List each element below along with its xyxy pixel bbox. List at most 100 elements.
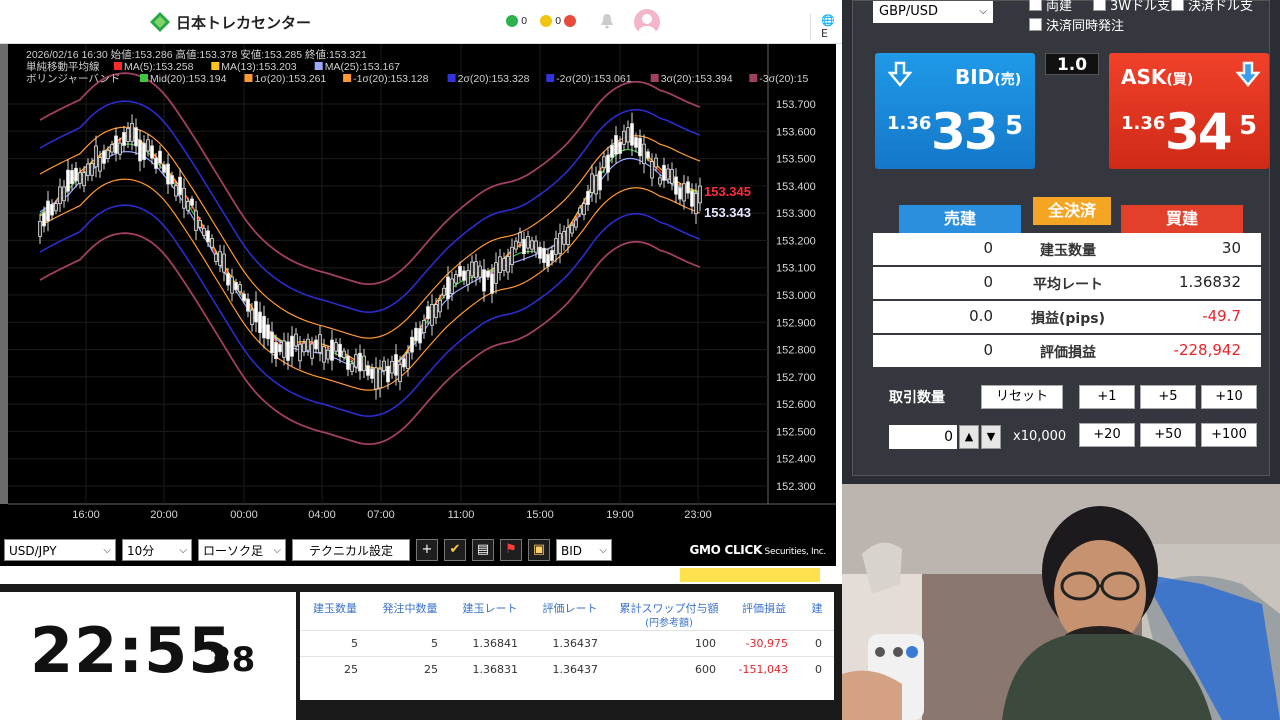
bid-sell-button[interactable]: BID(売) 1.36 33 5 <box>875 53 1035 169</box>
table-row[interactable]: 5 5 1.36841 1.36437 100 -30,975 0 <box>300 630 834 656</box>
candle-body <box>470 261 474 277</box>
flag-icon[interactable]: ⚑ <box>500 539 522 561</box>
comment-icon[interactable]: ▤ <box>472 539 494 561</box>
hedge-checkbox[interactable]: 両建 <box>1029 0 1072 14</box>
candle-body <box>142 142 146 160</box>
candle-body <box>162 164 166 173</box>
decrement-icon[interactable]: ▼ <box>981 425 1001 449</box>
quantity-add-button[interactable]: +1 <box>1079 385 1135 409</box>
webcam-feed <box>842 484 1280 720</box>
timeframe-select[interactable]: 10分 ⌵ <box>122 539 192 561</box>
yellow-banner-button[interactable] <box>680 568 820 582</box>
table-cell: 1.36437 <box>552 663 599 676</box>
close-all-button[interactable]: 全決済 <box>1033 197 1111 225</box>
legend-bb-item: 3σ(20):153.394 <box>661 73 733 85</box>
candle-body <box>342 350 346 358</box>
candle-body <box>94 145 98 168</box>
quantity-add-button[interactable]: +100 <box>1201 423 1257 447</box>
candle-body <box>182 187 186 209</box>
tab-buy[interactable]: 買建 <box>1121 205 1243 233</box>
tab-sell[interactable]: 売建 <box>899 205 1021 233</box>
arrow-down-icon <box>1235 61 1261 87</box>
position-summary-row: 0.0 損益(pips) -49.7 <box>873 301 1261 333</box>
candle-body <box>534 240 538 253</box>
screen: { "header": { "brand": "日本トレカセンター", "ind… <box>0 0 1280 720</box>
candle-body <box>698 185 702 204</box>
quantity-add-button[interactable]: +20 <box>1079 423 1135 447</box>
column-header[interactable]: 発注中数量 <box>370 600 450 616</box>
candle-body <box>334 342 338 352</box>
order-pair-select[interactable]: GBP/USD ⌵ <box>873 1 993 23</box>
table-cell: 5 <box>351 637 358 650</box>
bid-price-pips: 33 <box>931 103 999 161</box>
candle-body <box>346 355 350 370</box>
increment-icon[interactable]: ▲ <box>959 425 979 449</box>
candle-body <box>78 172 82 184</box>
arrow-down-icon <box>887 61 913 87</box>
buy-side-value: 30 <box>1221 239 1241 257</box>
price-chart[interactable]: 153.700 153.600 153.500 153.400 153.300 153.2… <box>0 44 842 534</box>
y-tick-label: 153.500 <box>776 154 816 166</box>
candle-body <box>202 227 206 236</box>
image-icon[interactable]: ▣ <box>528 539 550 561</box>
candle-body <box>506 256 510 273</box>
candle-body <box>538 246 542 259</box>
summary-label: 損益(pips) <box>1031 311 1105 327</box>
user-avatar[interactable] <box>634 9 660 35</box>
option-checkbox-2[interactable]: 3Wドル支 <box>1093 0 1170 14</box>
reset-button[interactable]: リセット <box>981 385 1063 409</box>
sell-side-value: 0 <box>983 341 993 359</box>
candle-body <box>110 144 114 153</box>
legend-swatch <box>211 62 220 70</box>
candle-body <box>214 253 218 262</box>
quantity-input[interactable]: 0 <box>889 425 957 449</box>
x-tick-label: 04:00 <box>308 509 336 521</box>
notification-indicator-yellow[interactable]: 0 <box>540 15 577 27</box>
candle-body <box>314 339 318 350</box>
ask-buy-button[interactable]: ASK(買) 1.36 34 5 <box>1109 53 1269 169</box>
candle-body <box>42 212 46 227</box>
column-header[interactable]: 評価損益 <box>728 600 800 616</box>
technical-settings-button[interactable]: テクニカル設定 <box>292 539 410 561</box>
language-switch[interactable]: 🌐 E <box>810 14 842 40</box>
chevron-down-icon: ⌵ <box>103 545 111 556</box>
candle-body <box>198 220 202 228</box>
candle-body <box>438 299 442 313</box>
column-header[interactable]: 建 <box>800 600 834 616</box>
candle-body <box>606 154 610 173</box>
chart-left-strip <box>0 44 8 504</box>
column-header[interactable]: 建玉数量 <box>300 600 370 616</box>
notification-indicator-green[interactable]: 0 <box>506 15 527 27</box>
quantity-add-button[interactable]: +10 <box>1201 385 1257 409</box>
x-tick-label: 11:00 <box>448 509 475 521</box>
candle-body <box>282 340 286 358</box>
ask-price-fraction: 5 <box>1239 111 1258 141</box>
candle-body <box>378 368 382 389</box>
option-checkbox-3[interactable]: 決済ドル支 <box>1171 0 1253 14</box>
candle-body <box>450 278 454 294</box>
candle-body <box>442 287 446 296</box>
sell-side-value: 0.0 <box>969 307 993 325</box>
price-type-select[interactable]: BID ⌵ <box>556 539 612 561</box>
brand-name[interactable]: 日本トレカセンター <box>176 12 311 33</box>
quantity-add-button[interactable]: +5 <box>1140 385 1196 409</box>
candle-body <box>690 190 694 207</box>
table-row[interactable]: 25 25 1.36831 1.36437 600 -151,043 0 <box>300 656 834 682</box>
column-header[interactable]: 建玉レート <box>450 600 530 616</box>
candle-body <box>262 315 266 339</box>
bid-price-fraction: 5 <box>1005 111 1024 141</box>
pair-select[interactable]: USD/JPY ⌵ <box>4 539 116 561</box>
column-header[interactable]: 評価レート <box>530 600 610 616</box>
check-circle-icon[interactable]: ✔ <box>444 539 466 561</box>
quantity-add-button[interactable]: +50 <box>1140 423 1196 447</box>
bell-icon[interactable] <box>600 13 614 29</box>
simultaneous-order-checkbox[interactable]: 決済同時発注 <box>1029 15 1124 34</box>
y-tick-label: 153.200 <box>776 235 816 247</box>
candle-body <box>254 301 258 323</box>
legend-ma-item: MA(13):153.203 <box>221 61 296 73</box>
candle-body <box>86 163 90 176</box>
y-tick-label: 153.700 <box>776 99 816 111</box>
crosshair-icon[interactable]: + <box>416 539 438 561</box>
buy-side-value: -49.7 <box>1202 307 1241 325</box>
chart-type-select[interactable]: ローソク足 ⌵ <box>198 539 286 561</box>
